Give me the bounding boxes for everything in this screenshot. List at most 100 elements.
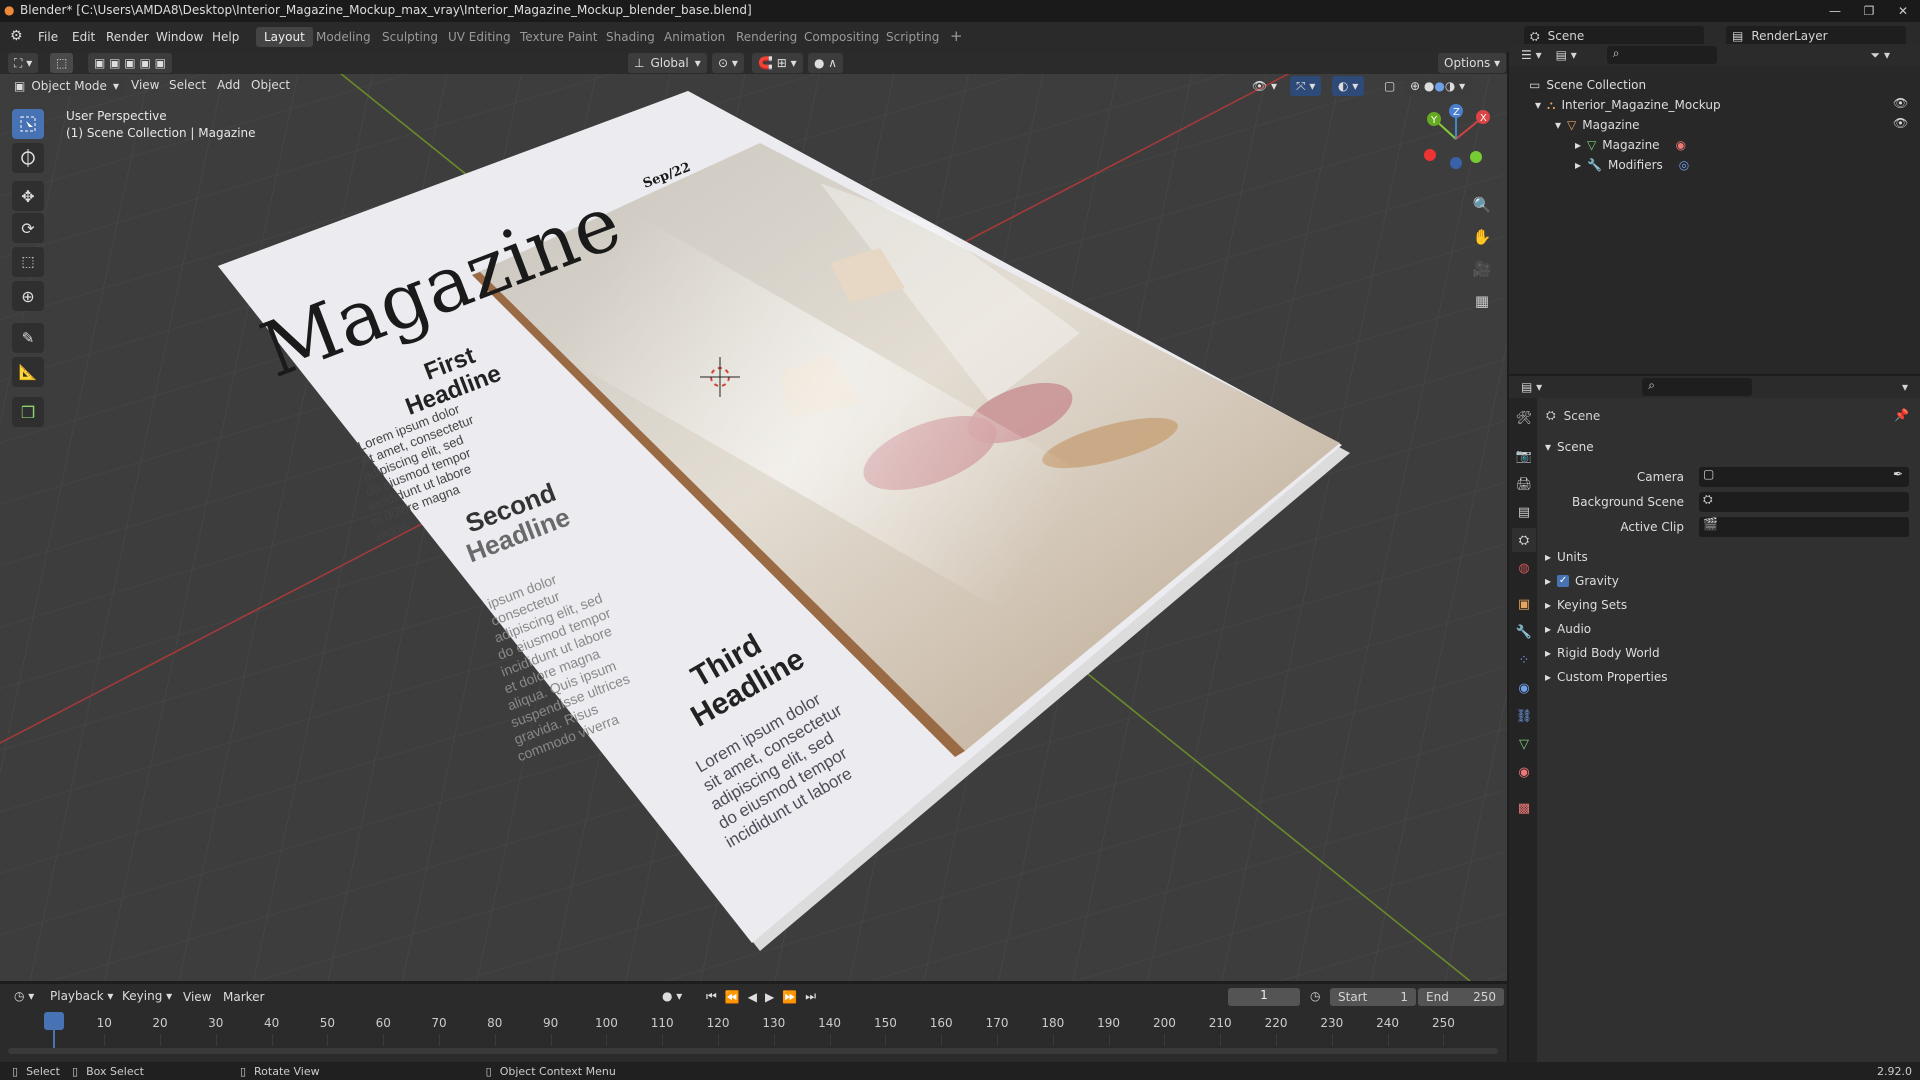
outliner-modifiers-row[interactable]: ▸ 🔧 Modifiers ◎ — [1575, 156, 1689, 174]
scene-section-header[interactable]: ▾ Scene — [1545, 440, 1594, 454]
pan-hand-icon[interactable]: ✋ — [1468, 223, 1496, 251]
tool-select-icon[interactable]: ⬚ — [50, 53, 74, 73]
viewport-menu-select[interactable]: Select — [164, 76, 211, 94]
current-frame-field[interactable]: 1 — [1228, 988, 1300, 1006]
autokey-record-icon[interactable]: ● ▾ — [656, 986, 688, 1006]
units-section[interactable]: ▸ Units — [1545, 550, 1588, 564]
navigation-gizmo[interactable]: X Y Z — [1416, 99, 1496, 179]
close-icon[interactable]: ✕ — [1886, 0, 1920, 22]
maximize-icon[interactable]: ❐ — [1852, 0, 1886, 22]
tab-uv-editing[interactable]: UV Editing — [440, 27, 519, 47]
play-reverse-icon[interactable]: ◀ — [748, 990, 757, 1004]
filter-icon[interactable]: ⏷ ▾ — [1871, 48, 1890, 63]
rigid-body-world-section[interactable]: ▸ Rigid Body World — [1545, 646, 1660, 660]
tab-texture-paint[interactable]: Texture Paint — [512, 27, 605, 47]
menu-file[interactable]: File — [32, 28, 64, 46]
minimize-icon[interactable]: — — [1818, 0, 1852, 22]
physics-tab-icon[interactable]: ◉ — [1512, 676, 1536, 700]
add-workspace-button[interactable]: + — [942, 24, 971, 48]
output-tab-icon[interactable]: 🖨 — [1512, 472, 1536, 496]
timeline-scrollbar[interactable] — [8, 1048, 1498, 1054]
viewport-menu-view[interactable]: View — [126, 76, 164, 94]
menu-window[interactable]: Window — [150, 28, 209, 46]
proportional-edit-icon[interactable]: ● ∧ — [808, 53, 844, 73]
visibility-eye-icon[interactable]: 👁 — [1893, 116, 1908, 130]
perspective-toggle-icon[interactable]: ▦ — [1468, 287, 1496, 315]
play-icon[interactable]: ▶ — [765, 990, 774, 1004]
jump-end-icon[interactable]: ⏭ — [805, 989, 816, 1004]
custom-properties-section[interactable]: ▸ Custom Properties — [1545, 670, 1667, 684]
view-layer-selector[interactable]: ▤ RenderLayer — [1726, 26, 1906, 46]
scene-tab-icon[interactable]: ⛭ — [1512, 528, 1536, 552]
tab-sculpting[interactable]: Sculpting — [374, 27, 446, 47]
render-tab-icon[interactable]: 📷 — [1512, 444, 1536, 468]
gizmo-toggle-icon[interactable]: ⤧ ▾ — [1290, 76, 1322, 96]
modifier-tab-icon[interactable]: 🔧 — [1512, 620, 1536, 644]
texture-tab-icon[interactable]: ▩ — [1512, 796, 1536, 820]
gravity-section[interactable]: ▸ ✓ Gravity — [1545, 574, 1619, 588]
orientation-dropdown[interactable]: ⊥ Global ▾ — [628, 53, 707, 73]
annotate-tool-icon[interactable]: ✎ — [12, 323, 44, 353]
background-scene-field[interactable]: ⛭ — [1699, 492, 1909, 512]
outliner-collection-row[interactable]: ▾ ⛬ Interior_Magazine_Mockup — [1535, 96, 1721, 114]
mode-dropdown[interactable]: ▣ Object Mode ▾ — [8, 76, 125, 96]
visibility-eye-icon[interactable]: 👁 — [1893, 96, 1908, 110]
prev-keyframe-icon[interactable]: ⏪ — [725, 990, 740, 1004]
playback-menu[interactable]: Playback ▾ — [44, 986, 119, 1006]
scene-selector[interactable]: ⛭ Scene — [1524, 26, 1704, 46]
properties-options-icon[interactable]: ▾ — [1902, 380, 1908, 394]
selection-mode-icons[interactable]: ▣ ▣ ▣ ▣ ▣ — [88, 53, 172, 73]
display-mode-icon[interactable]: ▤ ▾ — [1556, 48, 1577, 62]
move-tool-icon[interactable]: ✥ — [12, 181, 44, 211]
timeline-view-menu[interactable]: View — [178, 988, 216, 1006]
outliner-object-row[interactable]: ▾ ▽ Magazine — [1555, 116, 1640, 134]
eyedropper-icon[interactable]: ✒ — [1893, 467, 1903, 481]
transform-tool-icon[interactable]: ⊕ — [12, 281, 44, 311]
scale-tool-icon[interactable]: ⬚ — [12, 247, 44, 277]
tab-layout[interactable]: Layout — [256, 27, 313, 47]
cursor-tool-icon[interactable] — [12, 143, 44, 173]
pivot-icon[interactable]: ⊙ ▾ — [712, 53, 744, 73]
playhead-marker[interactable] — [44, 1012, 64, 1030]
pin-icon[interactable]: 📌 — [1894, 408, 1909, 422]
data-tab-icon[interactable]: ▽ — [1512, 732, 1536, 756]
properties-search-input[interactable]: ⌕ — [1642, 378, 1753, 396]
start-frame-field[interactable]: Start 1 — [1330, 988, 1416, 1006]
tab-shading[interactable]: Shading — [598, 27, 663, 47]
rotate-tool-icon[interactable]: ⟳ — [12, 213, 44, 243]
visibility-icon[interactable]: 👁 ▾ — [1246, 76, 1283, 96]
properties-editor-icon[interactable]: ▤ ▾ — [1521, 380, 1542, 394]
marker-menu[interactable]: Marker — [218, 988, 269, 1006]
options-dropdown[interactable]: Options ▾ — [1438, 53, 1507, 73]
blender-menu-icon[interactable]: ⚙ — [10, 28, 23, 44]
outliner-editor-icon[interactable]: ☰ ▾ — [1521, 48, 1542, 62]
camera-field[interactable]: ▢ ✒ — [1699, 467, 1909, 487]
audio-section[interactable]: ▸ Audio — [1545, 622, 1591, 636]
tab-compositing[interactable]: Compositing — [796, 27, 887, 47]
gravity-checkbox[interactable]: ✓ — [1557, 575, 1570, 587]
outliner-search-input[interactable]: ⌕ — [1606, 46, 1717, 64]
editor-type-icon[interactable]: ⛶ ▾ — [8, 53, 39, 73]
object-tab-icon[interactable]: ▣ — [1512, 592, 1536, 616]
xray-icon[interactable]: ▢ — [1378, 76, 1401, 96]
active-clip-field[interactable]: 🎬 — [1699, 517, 1909, 537]
menu-render[interactable]: Render — [100, 28, 155, 46]
add-cube-tool-icon[interactable]: ❒ — [12, 397, 44, 427]
outliner-mesh-row[interactable]: ▸ ▽ Magazine ◉ — [1575, 136, 1686, 154]
tab-animation[interactable]: Animation — [656, 27, 733, 47]
view-layer-tab-icon[interactable]: ▤ — [1512, 500, 1536, 524]
zoom-icon[interactable]: 🔍 — [1468, 191, 1496, 219]
next-keyframe-icon[interactable]: ⏩ — [782, 990, 797, 1004]
outliner-scene-collection[interactable]: ▭ Scene Collection — [1529, 76, 1646, 94]
menu-edit[interactable]: Edit — [66, 28, 101, 46]
viewport-menu-object[interactable]: Object — [246, 76, 295, 94]
jump-start-icon[interactable]: ⏮ — [706, 989, 717, 1004]
tab-scripting[interactable]: Scripting — [878, 27, 947, 47]
measure-tool-icon[interactable]: 📐 — [12, 357, 44, 387]
tool-tab-icon[interactable]: 🛠 — [1512, 406, 1536, 430]
world-tab-icon[interactable]: ◍ — [1512, 556, 1536, 580]
preview-range-icon[interactable]: ◷ — [1310, 989, 1320, 1003]
snap-icon[interactable]: 🧲 ⊞ ▾ — [752, 53, 803, 73]
particles-tab-icon[interactable]: ⁘ — [1512, 648, 1536, 672]
menu-help[interactable]: Help — [206, 28, 245, 46]
